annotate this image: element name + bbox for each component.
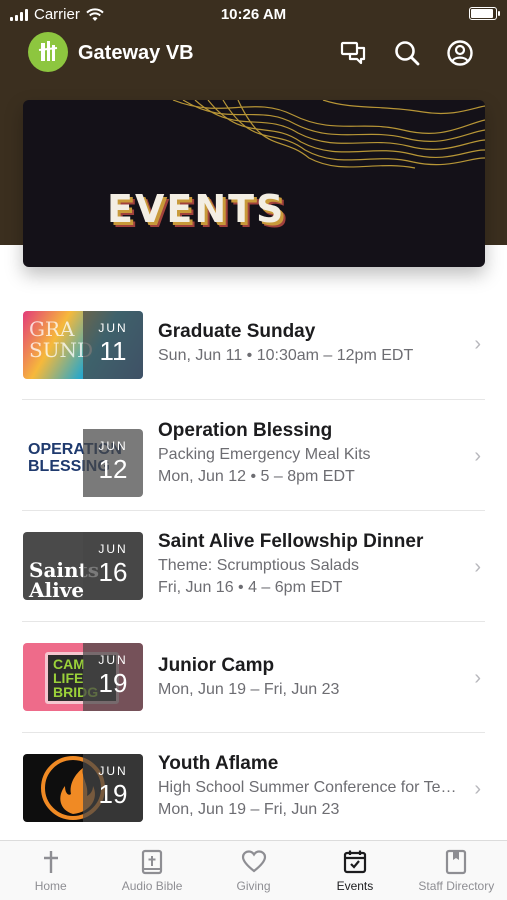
event-title: Youth Aflame [158, 753, 279, 774]
event-date: Mon, Jun 19 – Fri, Jun 23 [158, 681, 340, 698]
event-text: Junior Camp Mon, Jun 19 – Fri, Jun 23 [158, 655, 459, 699]
date-badge: JUN 19 [83, 754, 143, 822]
event-text: Saint Alive Fellowship Dinner Theme: Scr… [158, 531, 459, 597]
date-day: 19 [98, 779, 128, 809]
app-header: Gateway VB [0, 32, 507, 74]
event-text: Graduate Sunday Sun, Jun 11 • 10:30am – … [158, 321, 459, 365]
date-month: JUN [98, 542, 128, 556]
event-thumbnail: GRA SUND JUN 11 [23, 311, 143, 379]
book-icon [446, 849, 467, 875]
event-detail: High School Summer Conference for Teens [158, 779, 459, 796]
calendar-icon [343, 850, 367, 874]
battery-icon [469, 7, 500, 20]
status-bar: Carrier 10:26 AM [0, 0, 507, 30]
event-thumbnail: JUN 19 [23, 754, 143, 822]
tab-label: Audio Bible [121, 879, 183, 893]
profile-icon[interactable] [445, 38, 475, 68]
logo-mark-icon [38, 41, 58, 61]
date-badge: JUN 12 [83, 429, 143, 497]
tab-label: Staff Directory [418, 879, 495, 893]
chevron-right-icon: › [474, 445, 481, 467]
tab-label: Events [336, 879, 374, 893]
search-icon[interactable] [392, 38, 422, 68]
tab-bar: Home Audio Bible Giving Events Staff Dir… [0, 840, 507, 900]
event-date: Mon, Jun 19 – Fri, Jun 23 [158, 801, 340, 818]
tab-events[interactable]: Events [304, 841, 405, 900]
event-row[interactable]: Saints Alive JUN 16 Saint Alive Fellowsh… [22, 511, 485, 622]
event-row[interactable]: OPERATION BLESSING JUN 12 Operation Bles… [22, 400, 485, 511]
event-thumbnail: OPERATION BLESSING JUN 12 [23, 429, 143, 497]
date-day: 12 [98, 454, 128, 484]
date-day: 16 [98, 557, 128, 587]
tab-audio-bible[interactable]: Audio Bible [101, 841, 202, 900]
date-month: JUN [98, 764, 128, 778]
date-day: 11 [99, 336, 127, 366]
heart-icon [241, 850, 266, 873]
event-row[interactable]: GRA SUND JUN 11 Graduate Sunday Sun, Jun… [22, 290, 485, 400]
chevron-right-icon: › [474, 667, 481, 689]
event-thumbnail: Saints Alive JUN 16 [23, 532, 143, 600]
event-date: Mon, Jun 12 • 5 – 8pm EDT [158, 468, 355, 485]
date-month: JUN [98, 439, 128, 453]
event-date: Fri, Jun 16 • 4 – 6pm EDT [158, 579, 343, 596]
event-detail: Theme: Scrumptious Salads [158, 557, 359, 574]
date-month: JUN [98, 321, 128, 335]
event-title: Junior Camp [158, 655, 275, 676]
chevron-right-icon: › [474, 556, 481, 578]
chevron-right-icon: › [474, 333, 481, 355]
tab-home[interactable]: Home [0, 841, 101, 900]
date-day: 19 [98, 668, 128, 698]
chevron-right-icon: › [474, 778, 481, 800]
banner-title: EVENTS [107, 187, 286, 231]
chat-icon[interactable] [338, 38, 368, 68]
event-row[interactable]: JUN 19 Youth Aflame High School Summer C… [22, 733, 485, 844]
events-banner: EVENTS [23, 100, 485, 267]
event-title: Graduate Sunday [158, 321, 316, 342]
tab-staff-directory[interactable]: Staff Directory [406, 841, 507, 900]
church-logo[interactable] [28, 32, 68, 72]
status-time: 10:26 AM [220, 6, 287, 23]
event-detail: Sun, Jun 11 • 10:30am – 12pm EDT [158, 347, 414, 364]
cross-icon [43, 851, 58, 873]
bible-icon [142, 849, 163, 875]
event-title: Operation Blessing [158, 420, 333, 441]
tab-label: Giving [236, 879, 271, 893]
date-badge: JUN 19 [83, 643, 143, 711]
event-text: Youth Aflame High School Summer Conferen… [158, 753, 459, 819]
event-title: Saint Alive Fellowship Dinner [158, 531, 424, 552]
event-list: GRA SUND JUN 11 Graduate Sunday Sun, Jun… [0, 290, 507, 844]
event-thumbnail: CAM LIFE BRIDG JUN 19 [23, 643, 143, 711]
date-month: JUN [98, 653, 128, 667]
app-title: Gateway VB [78, 42, 194, 64]
tab-giving[interactable]: Giving [203, 841, 304, 900]
event-row[interactable]: CAM LIFE BRIDG JUN 19 Junior Camp Mon, J… [22, 622, 485, 733]
tab-label: Home [34, 879, 67, 893]
date-badge: JUN 16 [83, 532, 143, 600]
date-badge: JUN 11 [83, 311, 143, 379]
event-text: Operation Blessing Packing Emergency Mea… [158, 420, 459, 486]
banner-wave-lines [172, 100, 485, 169]
event-detail: Packing Emergency Meal Kits [158, 446, 371, 463]
